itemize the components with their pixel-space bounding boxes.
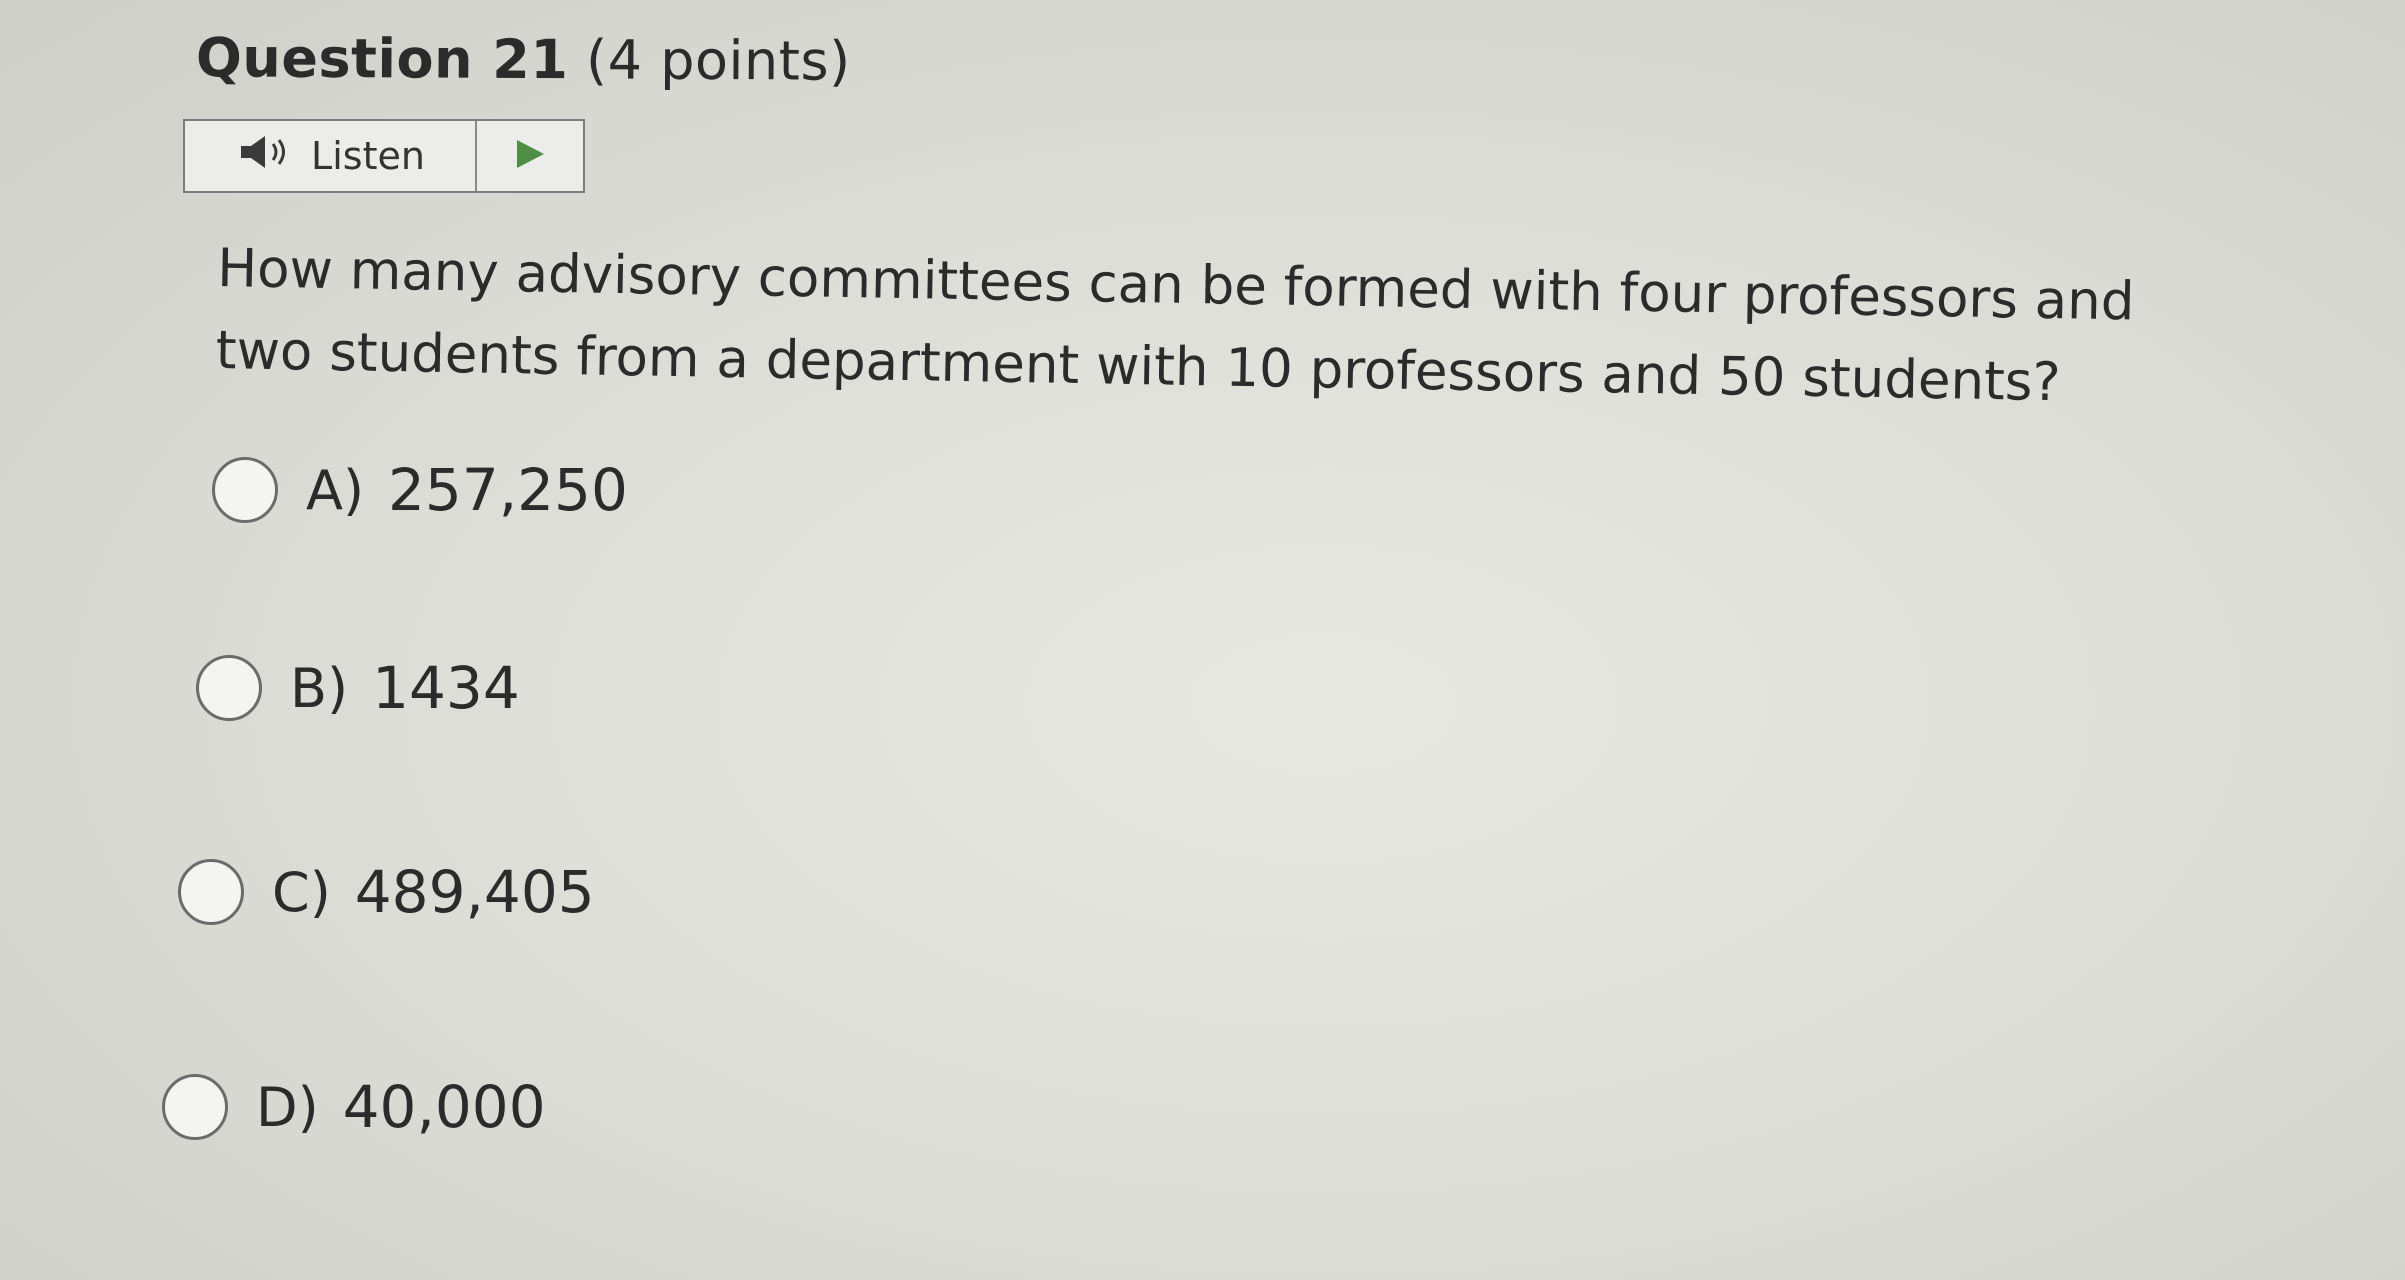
option-letter: D) — [256, 1075, 319, 1139]
radio-button[interactable] — [162, 1074, 228, 1140]
radio-button[interactable] — [178, 859, 244, 925]
option-letter: C) — [272, 860, 331, 924]
radio-button[interactable] — [212, 457, 278, 523]
play-icon — [513, 137, 547, 175]
question-text: How many advisory committees can be form… — [215, 237, 2135, 414]
option-b[interactable]: B) 1434 — [196, 654, 520, 722]
option-d[interactable]: D) 40,000 — [162, 1073, 546, 1141]
question-header: Question 21 (4 points) — [196, 26, 851, 92]
radio-button[interactable] — [196, 655, 262, 721]
listen-toolbar: Listen — [183, 119, 585, 193]
option-letter: B) — [290, 656, 349, 720]
play-button[interactable] — [475, 121, 583, 191]
option-letter: A) — [306, 458, 365, 522]
listen-button[interactable]: Listen — [185, 121, 475, 191]
option-value: 257,250 — [388, 456, 628, 524]
option-value: 1434 — [372, 654, 520, 722]
speaker-icon — [235, 132, 297, 181]
option-value: 489,405 — [354, 858, 595, 926]
option-value: 40,000 — [342, 1073, 546, 1141]
listen-label: Listen — [311, 134, 425, 178]
question-points: (4 points) — [585, 28, 851, 93]
option-c[interactable]: C) 489,405 — [178, 858, 595, 926]
option-a[interactable]: A) 257,250 — [212, 456, 628, 524]
question-number: Question 21 — [195, 26, 569, 92]
